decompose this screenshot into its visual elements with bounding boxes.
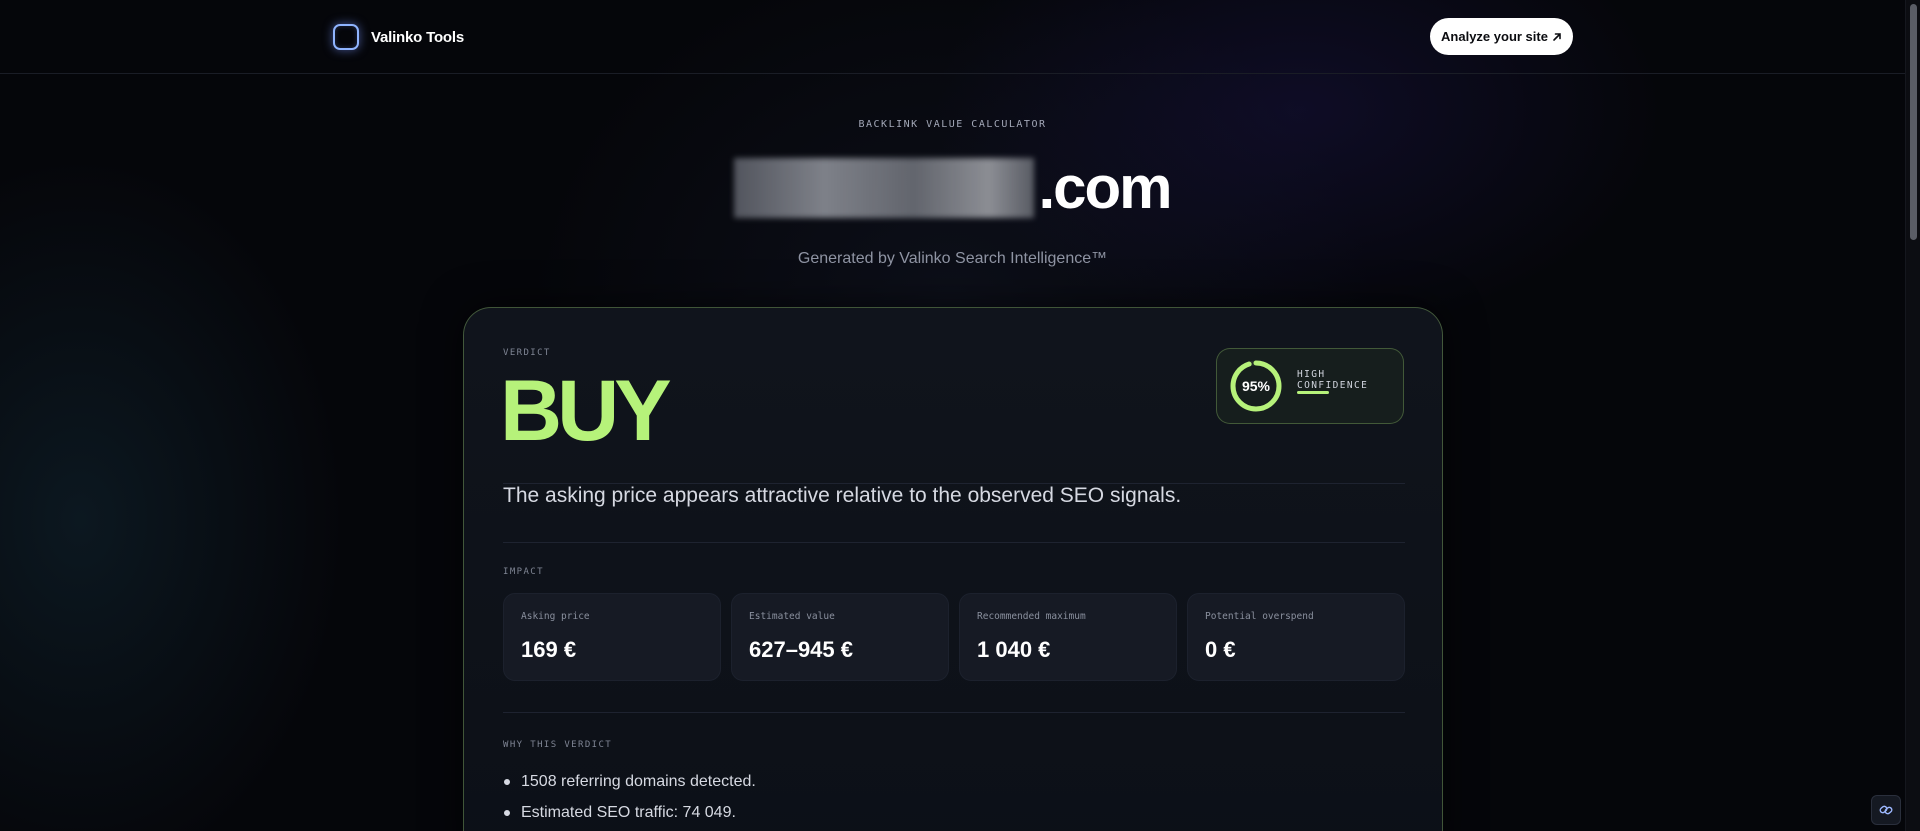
why-verdict-label: WHY THIS VERDICT <box>503 740 613 750</box>
metric-label: Estimated value <box>749 611 835 622</box>
page-scrollbar[interactable] <box>1905 0 1920 831</box>
list-item: Estimated SEO traffic: 74 049. <box>503 797 756 828</box>
metric-potential-overspend: Potential overspend 0 € <box>1187 593 1405 681</box>
confidence-percent: 95% <box>1241 378 1271 394</box>
reason-list: 1508 referring domains detected. Estimat… <box>503 766 756 828</box>
brand[interactable]: Valinko Tools <box>333 24 464 50</box>
arrow-up-right-icon <box>1553 32 1561 41</box>
metric-value: 1 040 € <box>977 637 1051 662</box>
confidence-label: HIGH CONFIDENCE <box>1297 369 1369 391</box>
divider <box>503 712 1405 713</box>
metric-recommended-maximum: Recommended maximum 1 040 € <box>959 593 1177 681</box>
metric-value: 0 € <box>1205 637 1236 662</box>
cta-label: Analyze your site <box>1441 29 1548 44</box>
metric-asking-price: Asking price 169 € <box>503 593 721 681</box>
metric-value: 627–945 € <box>749 637 853 662</box>
page-eyebrow: BACKLINK VALUE CALCULATOR <box>858 119 1047 130</box>
link-icon <box>1879 805 1893 815</box>
scrollbar-thumb[interactable] <box>1910 4 1917 240</box>
page-subtitle: Generated by Valinko Search Intelligence… <box>797 250 1108 267</box>
metric-value: 169 € <box>521 637 577 662</box>
confidence-badge: 95% HIGH CONFIDENCE <box>1216 348 1404 424</box>
domain-tld: .com <box>1038 154 1172 221</box>
redacted-domain-name <box>734 158 1035 218</box>
impact-label: IMPACT <box>503 567 544 577</box>
verdict-value: BUY <box>500 363 672 459</box>
metric-label: Recommended maximum <box>977 611 1086 622</box>
brand-name: Valinko Tools <box>371 28 464 46</box>
metric-label: Asking price <box>521 611 590 622</box>
top-navigation: Valinko Tools Analyze your site <box>0 0 1905 74</box>
verdict-card: VERDICT BUY 95% HIGH CONFIDENCE The aski… <box>463 307 1443 831</box>
metric-estimated-value: Estimated value 627–945 € <box>731 593 949 681</box>
impact-metrics: Asking price 169 € Estimated value 627–9… <box>503 593 1405 681</box>
brand-logo-icon <box>333 24 359 50</box>
floating-link-button[interactable] <box>1871 795 1901 825</box>
metric-label: Potential overspend <box>1205 611 1314 622</box>
verdict-summary: The asking price appears attractive rela… <box>503 484 1182 507</box>
list-item: 1508 referring domains detected. <box>503 766 756 797</box>
divider <box>503 542 1405 543</box>
analyze-your-site-button[interactable]: Analyze your site <box>1430 18 1573 55</box>
confidence-underline <box>1297 391 1329 394</box>
verdict-label: VERDICT <box>503 348 551 358</box>
domain-title: .com <box>0 158 1905 218</box>
